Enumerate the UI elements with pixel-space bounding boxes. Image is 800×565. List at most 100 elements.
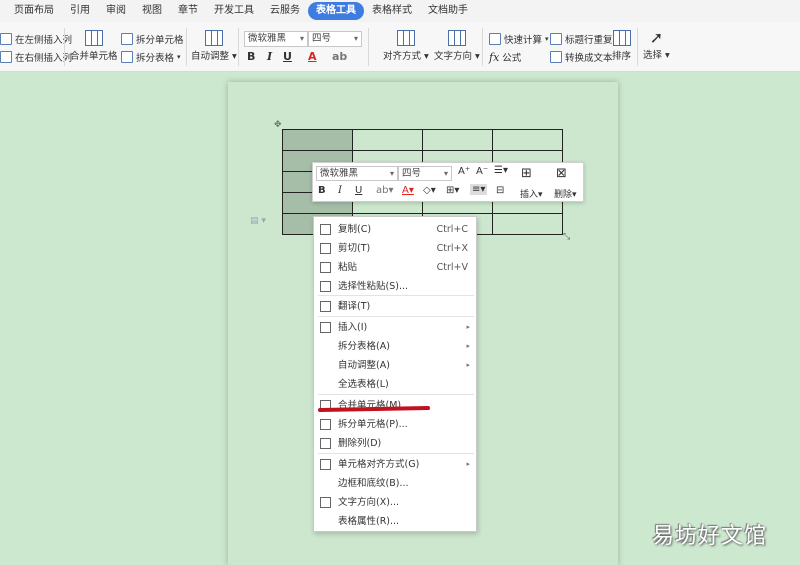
menu-item-shortcut: Ctrl+V	[436, 262, 468, 273]
split-cells-button[interactable]: 拆分单元格	[121, 32, 184, 46]
convert-text-icon	[550, 51, 562, 63]
text-direction-icon	[320, 497, 331, 508]
submenu-arrow-icon: ▸	[466, 342, 470, 350]
align-button[interactable]: 对齐方式 ▾	[383, 30, 429, 62]
shrink-font-button[interactable]: A⁻	[476, 166, 488, 177]
menu-item-text-direction[interactable]: 文字方向(X)...	[314, 493, 476, 512]
table-style-icon[interactable]: ⊟	[496, 185, 504, 196]
tab-9[interactable]: 文档助手	[420, 2, 476, 20]
menu-item-table-properties[interactable]: 表格属性(R)...	[314, 512, 476, 531]
formula-button[interactable]: fx 公式	[489, 50, 521, 65]
watermark: 易坊好文馆	[652, 524, 768, 549]
tab-8[interactable]: 表格样式	[364, 2, 420, 20]
menu-item-label: 全选表格(L)	[338, 379, 389, 390]
tab-2[interactable]: 审阅	[98, 2, 134, 20]
menu-item-cell-align[interactable]: 单元格对齐方式(G) ▸	[314, 455, 476, 474]
menu-item-borders-shading[interactable]: 边框和底纹(B)...	[314, 474, 476, 493]
tab-7[interactable]: 表格工具	[308, 2, 364, 20]
menu-item-label: 拆分表格(A)	[338, 341, 390, 352]
menu-item-paste-special[interactable]: 选择性粘贴(S)...	[314, 277, 476, 296]
insert-left-column-button[interactable]: 在左侧插入列	[0, 32, 72, 46]
font-size-select[interactable]: 四号 ▾	[308, 31, 362, 47]
menu-item-shortcut: Ctrl+C	[436, 224, 469, 235]
menu-item-copy[interactable]: 复制(C) Ctrl+C	[314, 220, 476, 239]
menu-separator	[318, 316, 474, 317]
mini-highlight-button[interactable]: ab▾	[376, 185, 394, 196]
mini-font-select[interactable]: 微软雅黑 ▾	[316, 166, 398, 181]
insert-icon[interactable]: ⊞	[521, 166, 532, 181]
cursor-arrow-icon: ➚	[649, 28, 664, 47]
mini-underline-button[interactable]: U	[355, 185, 362, 196]
menu-item-split-cells[interactable]: 拆分单元格(P)...	[314, 415, 476, 434]
tab-1[interactable]: 引用	[62, 2, 98, 20]
font-select[interactable]: 微软雅黑 ▾	[244, 31, 308, 47]
split-table-button[interactable]: 拆分表格 ▾	[121, 50, 181, 64]
grow-font-button[interactable]: A⁺	[458, 166, 470, 177]
convert-text-button[interactable]: 转换成文本	[550, 50, 613, 64]
bold-button[interactable]: B	[247, 50, 255, 63]
highlight-button[interactable]: ab	[332, 50, 347, 63]
menu-item-delete-column[interactable]: 删除列(D)	[314, 434, 476, 453]
sort-button[interactable]: 排序	[612, 30, 631, 62]
mini-font-size-select[interactable]: 四号 ▾	[398, 166, 452, 181]
auto-fit-icon	[204, 30, 223, 46]
mini-font-color-button[interactable]: A▾	[402, 185, 414, 196]
menu-item-auto-fit[interactable]: 自动调整(A) ▸	[314, 356, 476, 375]
table-resize-handle[interactable]: ⤡	[563, 232, 570, 242]
tab-0[interactable]: 页面布局	[6, 2, 62, 20]
submenu-arrow-icon: ▸	[466, 323, 470, 331]
menu-item-paste[interactable]: 粘贴 Ctrl+V	[314, 258, 476, 277]
line-spacing-icon[interactable]: ☰▾	[494, 165, 508, 176]
table-cell[interactable]	[492, 129, 563, 151]
menu-item-cut[interactable]: 剪切(T) Ctrl+X	[314, 239, 476, 258]
menu-item-label: 删除列(D)	[338, 438, 382, 449]
table-cell[interactable]	[492, 213, 563, 235]
cell-align-icon	[320, 459, 331, 470]
mini-bold-button[interactable]: B	[318, 185, 326, 196]
chevron-down-icon: ▾	[443, 169, 448, 178]
merge-cells-button[interactable]: 合并单元格	[70, 30, 118, 62]
fx-icon: fx	[489, 50, 500, 64]
tab-3[interactable]: 视图	[134, 2, 170, 20]
menu-item-merge-cells[interactable]: 合并单元格(M)	[314, 396, 476, 415]
underline-button[interactable]: U	[283, 50, 292, 63]
paste-options-icon[interactable]: ▤ ▾	[250, 216, 266, 226]
menu-item-select-table[interactable]: 全选表格(L)	[314, 375, 476, 394]
menu-separator	[318, 295, 474, 296]
menu-item-split-table[interactable]: 拆分表格(A) ▸	[314, 337, 476, 356]
auto-fit-button[interactable]: 自动调整 ▾	[191, 30, 237, 62]
tab-6[interactable]: 云服务	[262, 2, 308, 20]
table-move-handle[interactable]: ✥	[274, 120, 282, 130]
select-button[interactable]: ➚ 选择 ▾	[643, 28, 670, 61]
mini-delete-button[interactable]: 删除▾	[554, 187, 577, 200]
toolbar-divider	[637, 28, 638, 66]
menu-item-insert[interactable]: 插入(I) ▸	[314, 318, 476, 337]
align-center-icon[interactable]: ≡▾	[470, 184, 488, 195]
italic-button[interactable]: I	[267, 50, 272, 63]
ribbon-toolbar: 在左侧插入列 在右侧插入列 合并单元格 拆分单元格 拆分表格 ▾ 自动调整 ▾ 微…	[0, 22, 800, 72]
table-cell[interactable]	[282, 129, 353, 151]
tab-5[interactable]: 开发工具	[206, 2, 262, 20]
insert-right-column-button[interactable]: 在右侧插入列	[0, 50, 72, 64]
tab-4[interactable]: 章节	[170, 2, 206, 20]
quick-calc-button[interactable]: 快速计算 ▾	[489, 32, 549, 46]
mini-italic-button[interactable]: I	[338, 185, 342, 196]
menu-item-label: 剪切(T)	[338, 243, 371, 254]
font-color-button[interactable]: A	[308, 50, 317, 63]
fill-color-icon[interactable]: ◇▾	[423, 185, 436, 196]
mini-insert-button[interactable]: 插入▾	[520, 187, 543, 200]
table-cell[interactable]	[352, 129, 423, 151]
repeat-header-button[interactable]: 标题行重复	[550, 32, 613, 46]
menu-item-label: 复制(C)	[338, 224, 372, 235]
copy-icon	[320, 224, 331, 235]
table-cell[interactable]	[422, 129, 493, 151]
border-icon[interactable]: ⊞▾	[446, 185, 459, 196]
delete-icon[interactable]: ⊠	[556, 166, 567, 181]
menu-item-translate[interactable]: 翻译(T)	[314, 297, 476, 316]
text-direction-button[interactable]: 文字方向 ▾	[434, 30, 480, 62]
insert-icon	[320, 322, 331, 333]
toolbar-divider	[238, 28, 239, 66]
submenu-arrow-icon: ▸	[466, 460, 470, 468]
chevron-down-icon: ▾	[299, 34, 304, 43]
menu-item-label: 文字方向(X)...	[338, 497, 399, 508]
